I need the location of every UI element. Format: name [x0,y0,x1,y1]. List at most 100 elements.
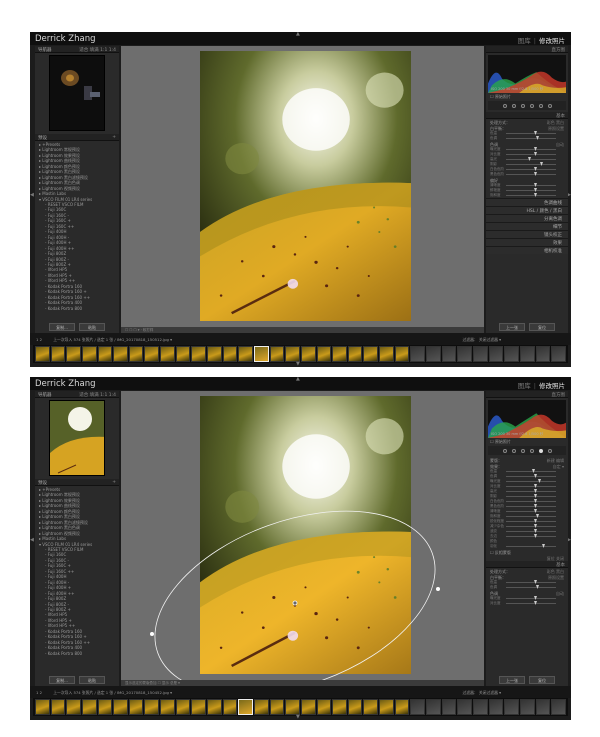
filmstrip-thumb[interactable] [97,699,113,715]
module-library[interactable]: 图库 [518,382,531,390]
graduated-filter-icon[interactable] [529,103,534,108]
filmstrip-thumb[interactable] [144,346,160,362]
filmstrip-thumb[interactable] [363,346,379,362]
spot-removal-icon[interactable] [511,103,516,108]
filmstrip-thumb[interactable] [238,346,253,362]
section-camera-calibration[interactable]: 相机校准 [486,246,568,254]
filmstrip-thumb[interactable] [191,699,207,715]
original-photo-toggle[interactable]: ☐ 原始照片 [486,93,568,99]
reset-button[interactable]: 复位 [529,323,555,331]
filter-control[interactable]: 过滤器： 关闭过滤器 ▾ [462,690,501,696]
filmstrip-thumb[interactable] [50,346,66,362]
navigator-preview[interactable] [49,400,105,476]
navigator-preview[interactable] [49,55,105,131]
section-detail[interactable]: 细节 [486,222,568,230]
basic-header[interactable]: 基本 [486,561,568,568]
filmstrip-thumb-selected[interactable] [238,699,253,715]
brush-tool-icon[interactable] [547,448,552,453]
basic-header[interactable]: 基本 [486,112,568,119]
bottom-panel-toggle-icon[interactable]: ▼ [296,714,300,720]
filmstrip-thumb[interactable] [379,346,394,362]
filmstrip-thumb[interactable] [128,699,144,715]
filmstrip-thumb[interactable] [457,699,472,715]
left-panel-toggle-icon[interactable]: ◀ [30,537,34,543]
navigator-header[interactable]: 导航器 适合 填满 1:1 1:4 [35,391,119,398]
presets-header[interactable]: 预设 + [35,134,119,141]
filmstrip-thumb[interactable] [160,699,175,715]
filmstrip-thumb[interactable] [128,346,144,362]
navigator-zoom-options[interactable]: 适合 填满 1:1 1:4 [79,47,116,53]
filmstrip-thumb[interactable] [50,699,66,715]
top-panel-toggle-icon[interactable]: ▲ [296,377,300,382]
filmstrip-thumb[interactable] [441,699,457,715]
contrast-slider[interactable]: 对比度 [490,601,564,606]
section-effects[interactable]: 效果 [486,238,568,246]
graduated-filter-icon[interactable] [529,448,534,453]
image-canvas[interactable] [121,46,484,327]
preset-item[interactable]: - Kodak Portra 800 [39,651,115,656]
filmstrip-thumb[interactable] [81,346,97,362]
original-photo-toggle[interactable]: ☐ 原始照片 [486,438,568,444]
filmstrip-thumb[interactable] [207,699,222,715]
bottom-panel-toggle-icon[interactable]: ▼ [296,361,300,367]
crop-tool-icon[interactable] [502,448,507,453]
filmstrip-thumb[interactable] [504,699,519,715]
top-panel-toggle-icon[interactable]: ▲ [296,32,300,37]
filmstrip-thumb[interactable] [394,346,410,362]
filmstrip-thumb[interactable] [363,699,379,715]
copy-settings-button[interactable]: 复制... [49,676,75,684]
filmstrip-thumb[interactable] [160,346,175,362]
filmstrip-thumb[interactable] [222,346,238,362]
module-library[interactable]: 图库 [518,37,531,45]
spot-removal-icon[interactable] [511,448,516,453]
filmstrip-thumb[interactable] [472,346,488,362]
filmstrip-thumb[interactable] [332,699,347,715]
filmstrip-thumb[interactable] [332,346,347,362]
filmstrip-thumb[interactable] [81,699,97,715]
filmstrip-thumb[interactable] [347,346,363,362]
histogram-header[interactable]: 直方图 [486,391,568,398]
filmstrip-thumb[interactable] [488,346,504,362]
filmstrip-thumb[interactable] [316,346,332,362]
filmstrip-thumb[interactable] [144,699,160,715]
saturation-slider[interactable]: 饱和度 [490,193,564,198]
filmstrip-thumb[interactable] [426,346,441,362]
brush-tool-icon[interactable] [547,103,552,108]
histogram[interactable]: ISO 200 30 mm f/2.8 1/500 秒 [488,400,566,438]
filmstrip-thumb[interactable] [113,346,128,362]
image-canvas[interactable] [121,391,484,680]
section-lens-corrections[interactable]: 镜头校正 [486,230,568,238]
paste-settings-button[interactable]: 粘贴 [79,676,105,684]
redeye-icon[interactable] [520,448,525,453]
filmstrip-thumb[interactable] [347,699,363,715]
module-develop[interactable]: 修改照片 [539,382,565,390]
filmstrip-thumb[interactable] [441,346,457,362]
crop-tool-icon[interactable] [502,103,507,108]
navigator-header[interactable]: 导航器 适合 填满 1:1 1:4 [35,46,119,53]
filmstrip-thumb[interactable] [113,699,128,715]
left-panel-toggle-icon[interactable]: ◀ [30,192,34,198]
filmstrip-thumb[interactable] [379,699,394,715]
filmstrip-thumb-selected[interactable] [253,346,269,362]
section-tone-curve[interactable]: 色调曲线 [486,198,568,206]
filmstrip-source[interactable]: 上一次导入 574 张照片 / 选定 1 张 / IMG_20170818_15… [53,337,172,342]
preset-item[interactable]: - Kodak Portra 800 [39,306,115,311]
section-split-toning[interactable]: 分离色调 [486,214,568,222]
filmstrip-thumb[interactable] [35,699,50,715]
filmstrip-thumb[interactable] [316,699,332,715]
filmstrip-thumb[interactable] [551,346,566,362]
add-preset-icon[interactable]: + [112,135,116,140]
filmstrip-source[interactable]: 上一次导入 574 张照片 / 选定 1 张 / IMG_20170818_15… [53,690,172,695]
filmstrip-thumb[interactable] [66,699,81,715]
filmstrip-thumb[interactable] [300,699,316,715]
histogram-header[interactable]: 直方图 [486,46,568,53]
radial-filter-icon[interactable] [538,448,543,453]
radial-filter-icon[interactable] [538,103,543,108]
filmstrip-thumb[interactable] [504,346,519,362]
filmstrip-thumb[interactable] [410,699,426,715]
add-preset-icon[interactable]: + [112,480,116,485]
previous-button[interactable]: 上一张 [499,323,525,331]
filmstrip-thumb[interactable] [175,346,191,362]
filmstrip-thumb[interactable] [519,346,535,362]
filmstrip-thumb[interactable] [191,346,207,362]
